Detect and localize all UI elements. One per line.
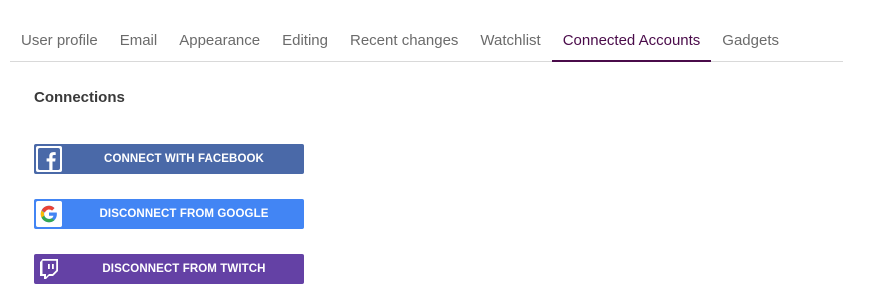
connect-facebook-button[interactable]: CONNECT WITH FACEBOOK — [34, 144, 304, 174]
tab-editing[interactable]: Editing — [271, 22, 339, 61]
disconnect-google-button[interactable]: DISCONNECT FROM GOOGLE — [34, 199, 304, 229]
tab-connected-accounts[interactable]: Connected Accounts — [551, 22, 712, 62]
tab-recent-changes[interactable]: Recent changes — [339, 22, 469, 61]
disconnect-twitch-button[interactable]: DISCONNECT FROM TWITCH — [34, 254, 304, 284]
connections-heading: Connections — [34, 89, 125, 106]
disconnect-google-label: DISCONNECT FROM GOOGLE — [99, 208, 269, 220]
google-icon — [36, 201, 62, 227]
connect-facebook-label: CONNECT WITH FACEBOOK — [104, 153, 264, 165]
tab-appearance[interactable]: Appearance — [168, 22, 271, 61]
twitch-icon — [36, 256, 62, 282]
tab-gadgets[interactable]: Gadgets — [711, 22, 790, 61]
tab-user-profile[interactable]: User profile — [10, 22, 109, 61]
facebook-icon — [36, 146, 62, 172]
tab-watchlist[interactable]: Watchlist — [469, 22, 551, 61]
tab-email[interactable]: Email — [109, 22, 169, 61]
preferences-tab-bar: User profile Email Appearance Editing Re… — [10, 22, 843, 62]
disconnect-twitch-label: DISCONNECT FROM TWITCH — [102, 263, 266, 275]
